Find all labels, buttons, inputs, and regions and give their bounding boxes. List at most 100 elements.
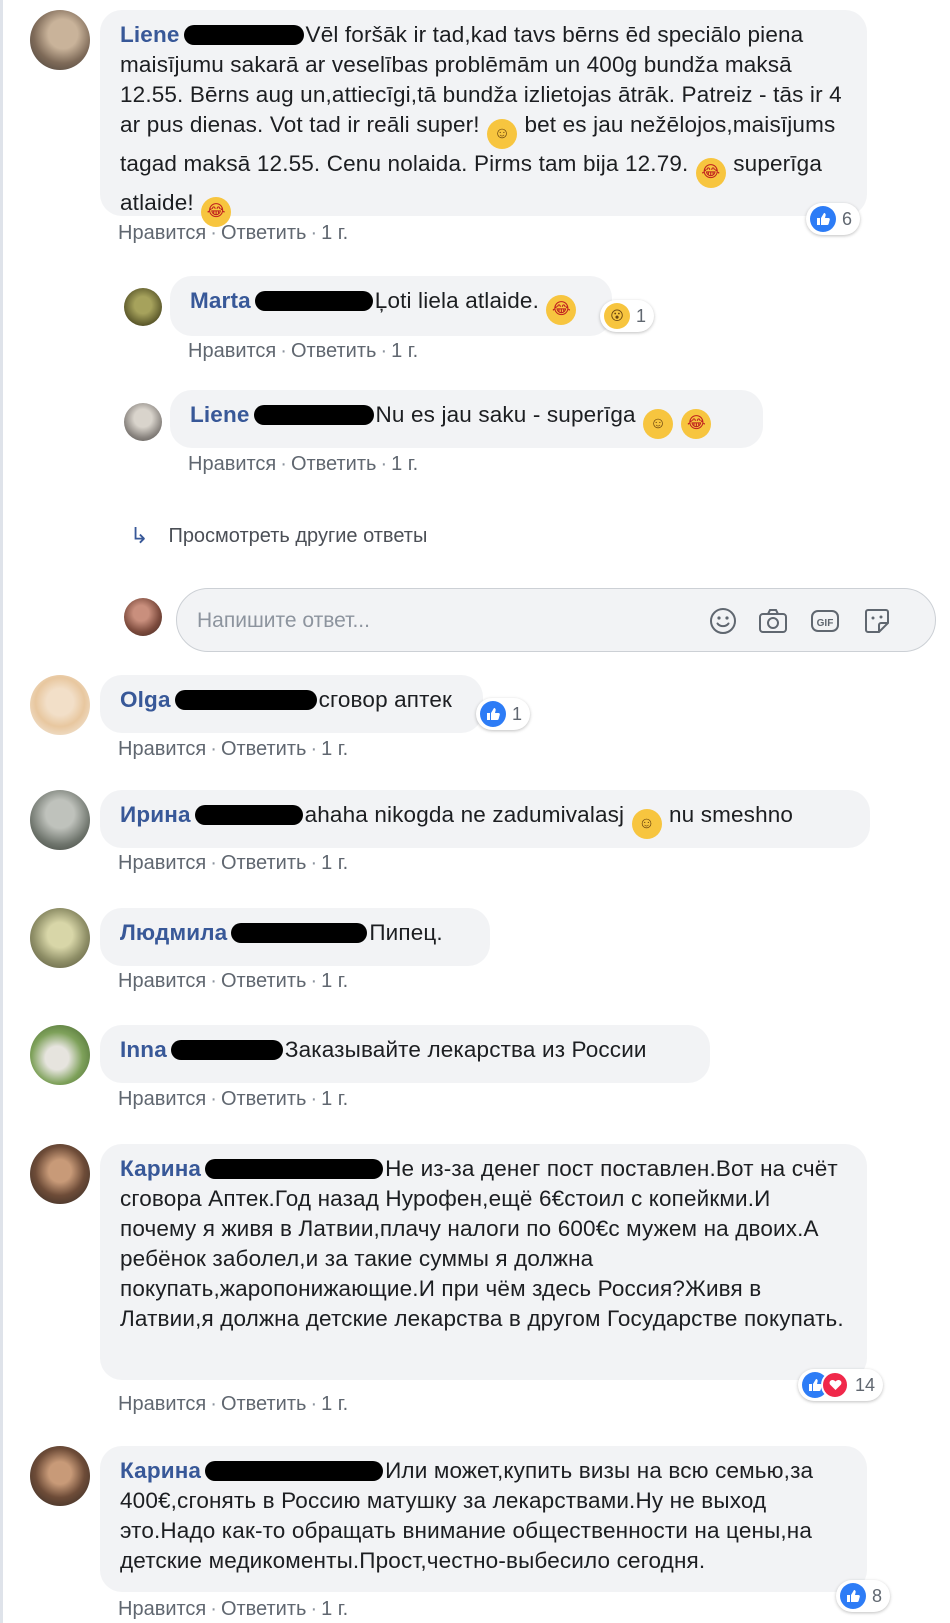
timestamp-link[interactable]: 1 г. [321, 852, 348, 874]
reply-input[interactable] [195, 603, 699, 639]
timestamp-link[interactable]: 1 г. [321, 222, 348, 244]
like-link[interactable]: Нравится [118, 970, 206, 992]
reply-composer: GIF [176, 588, 936, 652]
reply-bubble: Liene Nu es jau saku - superīga ☺ 😂 [170, 390, 763, 448]
timestamp-link[interactable]: 1 г. [391, 453, 418, 475]
like-link[interactable]: Нравится [118, 1598, 206, 1620]
reply-link[interactable]: Ответить [221, 1393, 307, 1415]
reply-link[interactable]: Ответить [221, 738, 307, 760]
comment-actions: Нравится · Ответить · 1 г. [188, 453, 419, 475]
like-link[interactable]: Нравится [188, 453, 276, 475]
comment-text: сговор аптек [318, 687, 452, 712]
comment-actions: Нравится · Ответить · 1 г. [188, 340, 419, 362]
reaction-count: 8 [872, 1585, 883, 1606]
reaction-count: 6 [842, 208, 853, 229]
smile-emoji-icon: ☺ [631, 809, 662, 839]
reply-link[interactable]: Ответить [291, 340, 377, 362]
reply-link[interactable]: Ответить [221, 852, 307, 874]
comment-actions: Нравится · Ответить · 1 г. [118, 852, 349, 874]
comment-bubble: Людмила Пипец. [100, 908, 490, 966]
redacted-surname [253, 405, 374, 425]
reply-link[interactable]: Ответить [221, 970, 307, 992]
comment-text: ahaha nikogda ne zadumivalasj [304, 802, 625, 827]
left-thread-rule [0, 0, 3, 1623]
smile-emoji-icon: ☺ [643, 409, 674, 439]
love-icon [821, 1371, 849, 1399]
redacted-surname [205, 1461, 384, 1481]
comment-actions: Нравится · Ответить · 1 г. [118, 970, 349, 992]
comment-author[interactable]: Inna [120, 1037, 167, 1062]
avatar[interactable] [30, 1144, 90, 1204]
reaction-summary[interactable]: 14 [798, 1369, 884, 1401]
timestamp-link[interactable]: 1 г. [321, 970, 348, 992]
reaction-summary[interactable]: 8 [836, 1580, 891, 1612]
timestamp-link[interactable]: 1 г. [391, 340, 418, 362]
reply-arrow-icon: ↳ [130, 523, 149, 548]
current-user-avatar[interactable] [124, 598, 162, 636]
comment-author[interactable]: Liene [190, 402, 250, 427]
like-link[interactable]: Нравится [188, 340, 276, 362]
avatar[interactable] [124, 403, 162, 441]
avatar[interactable] [30, 1025, 90, 1085]
redacted-surname [170, 1040, 283, 1060]
comment-text: Не из-за денег пост поставлен.Вот на счё… [120, 1156, 844, 1331]
comment-bubble: Olga сговор аптек [100, 675, 483, 733]
comment-author[interactable]: Карина [120, 1458, 201, 1483]
like-link[interactable]: Нравится [118, 738, 206, 760]
avatar[interactable] [30, 908, 90, 968]
reaction-summary[interactable]: 6 [806, 203, 861, 235]
avatar[interactable] [30, 1446, 90, 1506]
comment-text: Заказывайте лекарства из России [284, 1037, 647, 1062]
redacted-surname [183, 25, 304, 45]
reply-link[interactable]: Ответить [291, 453, 377, 475]
like-link[interactable]: Нравится [118, 222, 206, 244]
like-link[interactable]: Нравится [118, 1088, 206, 1110]
reply-link[interactable]: Ответить [221, 1598, 307, 1620]
timestamp-link[interactable]: 1 г. [321, 1393, 348, 1415]
reaction-count: 1 [512, 703, 523, 724]
like-link[interactable]: Нравится [118, 852, 206, 874]
redacted-surname [174, 690, 317, 710]
comment-text: Пипец. [369, 920, 443, 945]
comment-bubble: Ирина ahaha nikogda ne zadumivalasj ☺ nu … [100, 790, 870, 848]
comment-author[interactable]: Карина [120, 1156, 201, 1181]
comment-actions: Нравится · Ответить · 1 г. [118, 222, 349, 244]
laughing-emoji-icon: 😂 [546, 295, 577, 325]
sticker-icon[interactable] [861, 605, 893, 637]
comment-author[interactable]: Marta [190, 288, 251, 313]
reaction-count: 14 [855, 1374, 876, 1395]
reply-bubble: Marta Ļoti liela atlaide. 😂 [170, 276, 612, 336]
comment-actions: Нравится · Ответить · 1 г. [118, 1598, 349, 1620]
reply-link[interactable]: Ответить [221, 1088, 307, 1110]
comment-actions: Нравится · Ответить · 1 г. [118, 738, 349, 760]
comment-text-end: nu smeshno [669, 802, 794, 827]
timestamp-link[interactable]: 1 г. [321, 1088, 348, 1110]
comment-bubble: Карина Или может,купить визы на всю семью… [100, 1446, 867, 1592]
emoji-icon[interactable] [707, 605, 739, 637]
redacted-surname [231, 923, 368, 943]
wow-icon: 😮 [604, 303, 630, 329]
reaction-summary[interactable]: 1 [476, 698, 531, 730]
redacted-surname [205, 1159, 384, 1179]
laughing-emoji-icon: 😂 [681, 409, 712, 439]
redacted-surname [194, 805, 303, 825]
timestamp-link[interactable]: 1 г. [321, 1598, 348, 1620]
like-link[interactable]: Нравится [118, 1393, 206, 1415]
reaction-summary[interactable]: 😮 1 [600, 300, 655, 332]
comment-author[interactable]: Людмила [120, 920, 227, 945]
like-icon [810, 206, 836, 232]
avatar[interactable] [30, 790, 90, 850]
avatar[interactable] [30, 675, 90, 735]
avatar[interactable] [30, 10, 90, 70]
avatar[interactable] [124, 288, 162, 326]
comment-author[interactable]: Liene [120, 22, 180, 47]
comment-author[interactable]: Ирина [120, 802, 191, 827]
view-more-replies-link[interactable]: ↳ Просмотреть другие ответы [130, 523, 427, 549]
comment-author[interactable]: Olga [120, 687, 171, 712]
comment-actions: Нравится · Ответить · 1 г. [118, 1088, 349, 1110]
gif-icon[interactable]: GIF [809, 605, 841, 637]
redacted-surname [254, 291, 373, 311]
timestamp-link[interactable]: 1 г. [321, 738, 348, 760]
camera-icon[interactable] [757, 605, 789, 637]
reply-link[interactable]: Ответить [221, 222, 307, 244]
